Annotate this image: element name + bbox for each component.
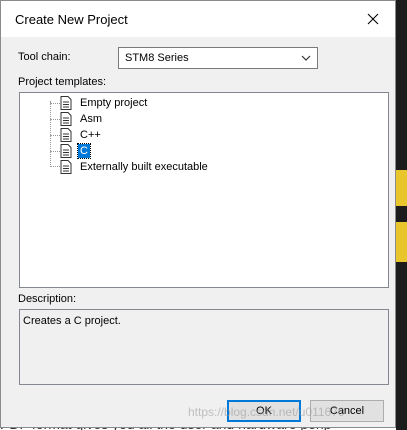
toolchain-label: Tool chain: <box>18 51 71 63</box>
template-item-label: C++ <box>80 129 101 141</box>
background-edge-highlight <box>396 170 407 206</box>
template-item-externally-built[interactable]: Externally built executable <box>60 159 210 175</box>
tree-connector <box>50 151 60 152</box>
document-icon <box>60 128 72 142</box>
tree-connector <box>50 103 60 104</box>
cancel-button[interactable]: Cancel <box>310 400 384 422</box>
dialog-titlebar: Create New Project <box>1 1 395 37</box>
close-button[interactable] <box>351 1 395 37</box>
tree-connector <box>50 166 60 167</box>
template-item-cpp[interactable]: C++ <box>60 127 103 143</box>
template-item-empty-project[interactable]: Empty project <box>60 95 149 111</box>
template-item-label: Asm <box>80 113 102 125</box>
toolchain-selected-value: STM8 Series <box>125 52 189 64</box>
chevron-down-icon <box>301 55 311 61</box>
template-item-label: Empty project <box>80 97 148 109</box>
document-icon <box>60 96 72 110</box>
tree-connector <box>50 135 60 136</box>
background-edge-highlight <box>396 222 407 262</box>
tree-connector <box>50 101 51 165</box>
toolchain-select[interactable]: STM8 Series <box>118 47 318 69</box>
ok-button[interactable]: OK <box>227 400 301 422</box>
create-project-dialog: Create New Project Tool chain: STM8 Seri… <box>0 0 396 428</box>
templates-label: Project templates: <box>18 76 107 88</box>
background-edge <box>396 0 407 430</box>
template-item-asm[interactable]: Asm <box>60 111 104 127</box>
description-box: Creates a C project. <box>19 309 389 385</box>
template-item-c[interactable]: C <box>60 143 91 159</box>
tree-connector <box>50 119 60 120</box>
description-label: Description: <box>18 293 77 305</box>
document-icon <box>60 144 72 158</box>
description-text: Creates a C project. <box>23 315 121 327</box>
dialog-title: Create New Project <box>15 12 128 27</box>
close-icon <box>367 13 379 25</box>
project-templates-tree[interactable]: Empty project Asm C++ C Externally built… <box>19 92 389 288</box>
template-item-label: Externally built executable <box>80 161 208 173</box>
document-icon <box>60 112 72 126</box>
document-icon <box>60 160 72 174</box>
template-item-label-selected: C <box>77 143 91 159</box>
